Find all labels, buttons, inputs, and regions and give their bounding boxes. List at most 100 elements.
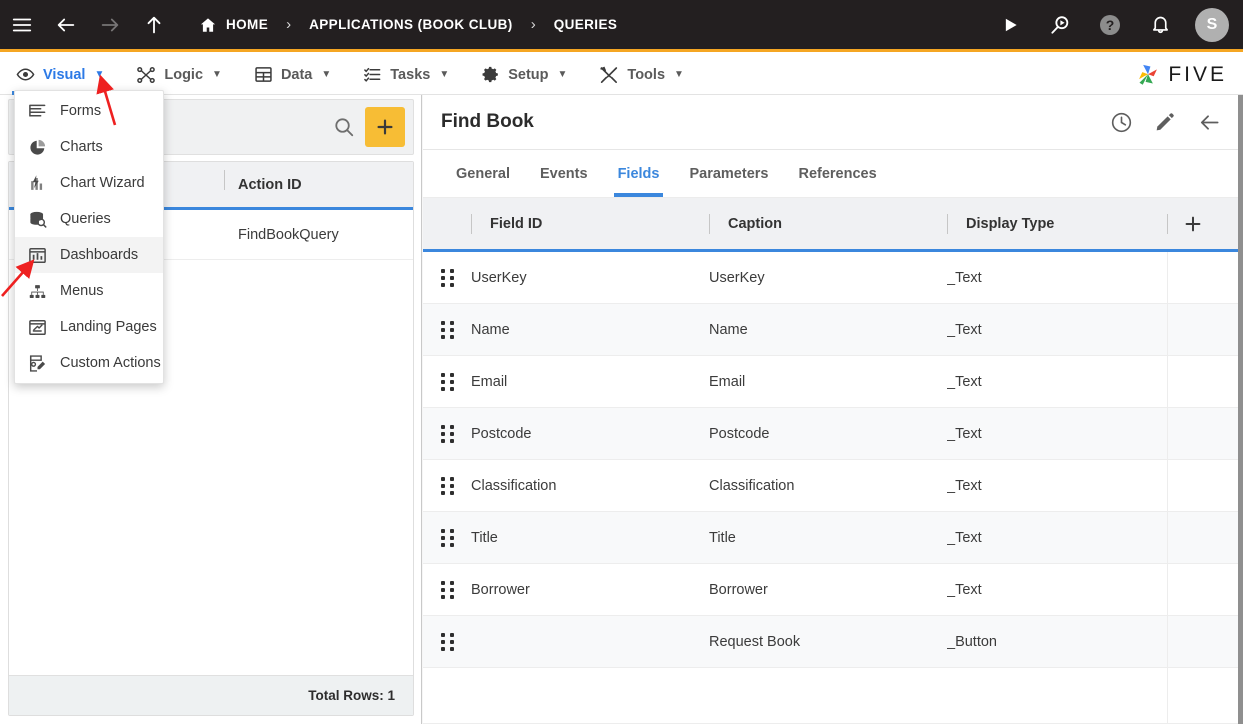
menu-item-queries-label: Queries <box>60 211 111 227</box>
home-icon <box>199 16 217 34</box>
cell-display-type: _Text <box>947 425 982 442</box>
add-field-column <box>1167 198 1243 251</box>
chevron-down-icon[interactable]: ▼ <box>439 69 449 80</box>
drag-handle-icon[interactable] <box>423 424 471 443</box>
cell-caption: Name <box>709 321 748 338</box>
table-row[interactable]: Name Name _Text <box>423 303 1243 356</box>
svg-text:?: ? <box>1106 17 1115 33</box>
tab-general[interactable]: General <box>441 150 525 197</box>
menu-item-forms-label: Forms <box>60 103 102 119</box>
cell-actions <box>1167 615 1243 668</box>
nav-item-logic[interactable]: Logic ▼ <box>120 55 238 95</box>
chevron-down-icon[interactable]: ▼ <box>212 69 222 80</box>
column-header-caption[interactable]: Caption <box>709 198 947 251</box>
table-row[interactable]: Request Book _Button <box>423 615 1243 668</box>
help-icon[interactable]: ? <box>1087 0 1133 51</box>
nav-item-data-label: Data <box>280 66 313 83</box>
visual-dropdown-menu: Forms Charts Chart Wizard Queries Dashbo <box>14 90 164 384</box>
drag-handle-icon[interactable] <box>423 476 471 495</box>
menu-item-landing-pages[interactable]: Landing Pages <box>15 309 163 345</box>
column-header-field-id[interactable]: Field ID <box>471 198 709 251</box>
breadcrumb-home[interactable]: HOME <box>192 16 275 34</box>
breadcrumb-home-label: HOME <box>226 17 269 32</box>
vertical-scrollbar[interactable] <box>1238 95 1243 724</box>
nav-item-tasks-label: Tasks <box>390 66 431 83</box>
menu-item-chart-wizard[interactable]: Chart Wizard <box>15 165 163 201</box>
main-content: Action ID FindBookQuery Total Rows: 1 Fi… <box>0 95 1243 724</box>
menu-item-charts[interactable]: Charts <box>15 129 163 165</box>
cell-actions <box>1167 563 1243 616</box>
top-navigation-bar: HOME › APPLICATIONS (BOOK CLUB) › QUERIE… <box>0 0 1243 52</box>
pencil-icon[interactable] <box>1145 102 1185 142</box>
chevron-down-icon[interactable]: ▼ <box>321 69 331 80</box>
forward-navigation-icon[interactable] <box>88 0 132 51</box>
cell-actions <box>1167 303 1243 356</box>
cell-display-type: _Text <box>947 529 982 546</box>
chevron-down-icon[interactable]: ▼ <box>558 69 568 80</box>
menu-item-custom-actions[interactable]: Custom Actions <box>15 345 163 381</box>
tab-fields[interactable]: Fields <box>603 150 675 197</box>
back-arrow-icon[interactable] <box>1189 102 1229 142</box>
cell-actions <box>1167 407 1243 460</box>
cell-actions <box>1167 355 1243 408</box>
drag-handle-icon[interactable] <box>423 268 471 287</box>
menu-item-charts-label: Charts <box>60 139 103 155</box>
chevron-down-icon[interactable]: ▼ <box>674 69 684 80</box>
page-title: Find Book <box>441 111 534 132</box>
gear-icon <box>481 65 500 84</box>
drag-handle-icon[interactable] <box>423 372 471 391</box>
cell-field-id: Postcode <box>471 425 532 442</box>
column-divider <box>1167 213 1168 234</box>
menu-item-queries[interactable]: Queries <box>15 201 163 237</box>
add-query-button[interactable] <box>365 107 405 147</box>
tab-events[interactable]: Events <box>525 150 603 197</box>
drag-handle-icon[interactable] <box>423 580 471 599</box>
menu-item-menus[interactable]: Menus <box>15 273 163 309</box>
nav-item-visual[interactable]: Visual ▼ <box>0 55 120 95</box>
detail-tabs: General Events Fields Parameters Referen… <box>423 150 1243 198</box>
table-row[interactable]: Classification Classification _Text <box>423 459 1243 512</box>
cell-field-id: Email <box>471 373 508 390</box>
cell-field-id: Title <box>471 529 498 546</box>
nav-item-tasks[interactable]: Tasks ▼ <box>347 55 465 95</box>
breadcrumb-queries[interactable]: QUERIES <box>547 17 625 32</box>
drag-handle-icon[interactable] <box>423 632 471 651</box>
nav-item-tools[interactable]: Tools ▼ <box>583 55 700 95</box>
tab-references[interactable]: References <box>783 150 891 197</box>
user-avatar[interactable]: S <box>1195 7 1229 42</box>
tab-parameters[interactable]: Parameters <box>674 150 783 197</box>
cell-field-id: UserKey <box>471 269 527 286</box>
chevron-down-icon[interactable]: ▼ <box>94 69 104 80</box>
bell-icon[interactable] <box>1137 0 1183 51</box>
chart-wizard-icon <box>27 174 48 193</box>
search-play-icon[interactable] <box>1037 0 1083 51</box>
up-navigation-icon[interactable] <box>132 0 176 51</box>
table-row[interactable]: Email Email _Text <box>423 355 1243 408</box>
back-navigation-icon[interactable] <box>44 0 88 51</box>
clock-icon[interactable] <box>1101 102 1141 142</box>
column-header-display-type[interactable]: Display Type <box>947 198 1167 251</box>
column-header-field-id-label: Field ID <box>490 215 543 232</box>
breadcrumb-applications[interactable]: APPLICATIONS (BOOK CLUB) <box>302 17 520 32</box>
drag-handle-icon[interactable] <box>423 528 471 547</box>
play-icon[interactable] <box>987 0 1033 51</box>
add-field-button[interactable] <box>1182 213 1204 235</box>
hamburger-menu-icon[interactable] <box>0 0 44 51</box>
menu-item-dashboards[interactable]: Dashboards <box>15 237 163 273</box>
nav-item-data[interactable]: Data ▼ <box>238 55 347 95</box>
table-row[interactable]: Title Title _Text <box>423 511 1243 564</box>
search-icon[interactable] <box>333 116 355 138</box>
cell-caption: Postcode <box>709 425 770 442</box>
nav-item-setup[interactable]: Setup ▼ <box>465 55 583 95</box>
table-row[interactable]: Borrower Borrower _Text <box>423 563 1243 616</box>
breadcrumb-applications-label: APPLICATIONS (BOOK CLUB) <box>309 17 513 32</box>
cell-caption: Title <box>709 529 736 546</box>
column-header-action-id[interactable]: Action ID <box>222 169 302 193</box>
menu-item-forms[interactable]: Forms <box>15 93 163 129</box>
landing-page-icon <box>27 318 48 337</box>
table-row[interactable]: Postcode Postcode _Text <box>423 407 1243 460</box>
menu-item-dashboards-label: Dashboards <box>60 247 139 263</box>
cell-display-type: _Text <box>947 321 982 338</box>
drag-handle-icon[interactable] <box>423 320 471 339</box>
table-row[interactable]: UserKey UserKey _Text <box>423 251 1243 304</box>
